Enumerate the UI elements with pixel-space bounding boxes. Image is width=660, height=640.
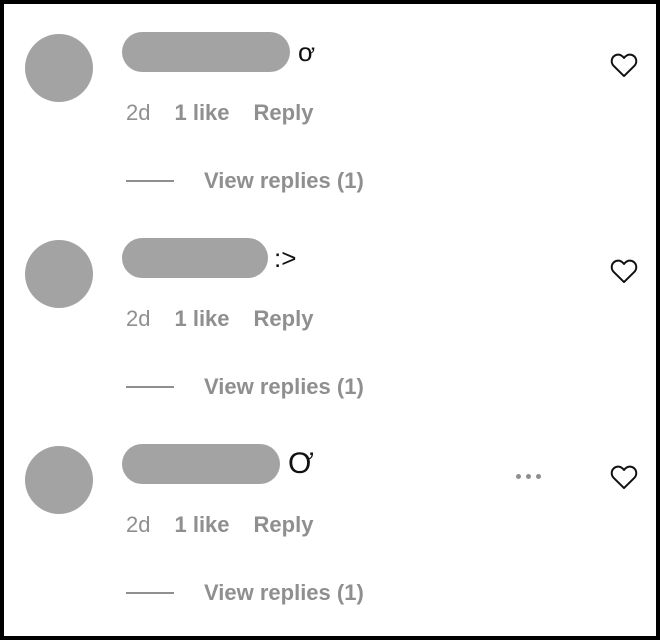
comment-timestamp: 2d (126, 512, 151, 537)
reply-button[interactable]: Reply (254, 306, 314, 332)
username-redacted[interactable] (122, 444, 280, 484)
like-count[interactable]: 1 like (174, 512, 229, 538)
comment-item: :> 2d 1 like Reply View replies (1) (4, 210, 656, 416)
like-count[interactable]: 1 like (174, 100, 229, 126)
view-replies-button[interactable]: View replies (1) (126, 374, 364, 400)
username-redacted[interactable] (122, 32, 290, 72)
username-redacted[interactable] (122, 238, 268, 278)
more-options-icon[interactable] (516, 474, 541, 479)
heart-outline-icon[interactable] (610, 464, 638, 490)
replies-divider-line (126, 180, 174, 182)
comment-text: Ơ (288, 447, 314, 480)
heart-outline-icon[interactable] (610, 258, 638, 284)
reply-button[interactable]: Reply (254, 100, 314, 126)
view-replies-label: View replies (1) (204, 168, 364, 193)
view-replies-label: View replies (1) (204, 580, 364, 605)
view-replies-button[interactable]: View replies (1) (126, 168, 364, 194)
comment-timestamp: 2d (126, 100, 151, 125)
replies-divider-line (126, 592, 174, 594)
heart-outline-icon[interactable] (610, 52, 638, 78)
comment-item: Ơ 2d 1 like Reply View replies (1) (4, 416, 656, 622)
comment-meta: 2d 1 like Reply (126, 100, 313, 126)
avatar[interactable] (25, 240, 93, 308)
comment-meta: 2d 1 like Reply (126, 306, 313, 332)
comment-meta: 2d 1 like Reply (126, 512, 313, 538)
reply-button[interactable]: Reply (254, 512, 314, 538)
avatar[interactable] (25, 34, 93, 102)
comments-panel: ơ 2d 1 like Reply View replies (1) :> 2d… (0, 0, 660, 640)
avatar[interactable] (25, 446, 93, 514)
comment-item: ơ 2d 1 like Reply View replies (1) (4, 4, 656, 210)
view-replies-label: View replies (1) (204, 374, 364, 399)
comment-text: :> (274, 243, 297, 273)
comment-text: ơ (298, 37, 316, 67)
like-count[interactable]: 1 like (174, 306, 229, 332)
replies-divider-line (126, 386, 174, 388)
view-replies-button[interactable]: View replies (1) (126, 580, 364, 606)
comment-timestamp: 2d (126, 306, 151, 331)
